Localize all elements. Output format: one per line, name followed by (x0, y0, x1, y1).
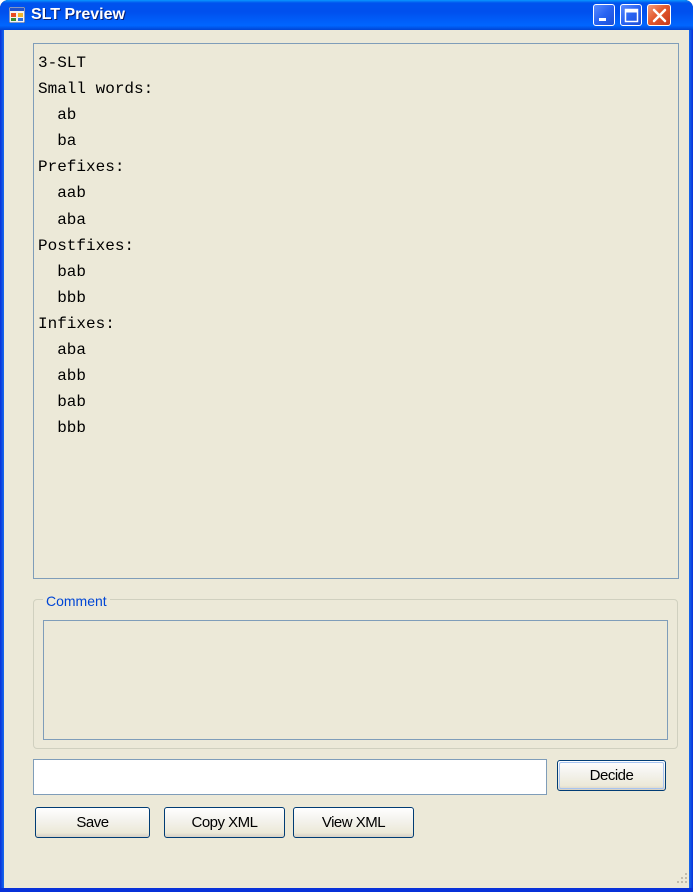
resize-grip-icon[interactable] (676, 872, 688, 884)
slt-preview-window: SLT Preview 3-SLT Small words: ab ba Prefi… (0, 0, 693, 892)
minimize-button[interactable] (593, 4, 615, 26)
application-window-icon[interactable] (8, 6, 26, 24)
preview-line: ab (38, 106, 77, 125)
title-bar[interactable]: SLT Preview (0, 0, 693, 30)
decide-button[interactable]: Decide (557, 760, 666, 791)
preview-line: bab (38, 393, 87, 412)
preview-line: Infixes: (38, 314, 115, 333)
save-button[interactable]: Save (35, 807, 150, 838)
preview-line: ba (38, 132, 77, 151)
preview-line: Small words: (38, 80, 154, 99)
preview-line: Postfixes: (38, 236, 135, 255)
comment-textbox[interactable] (43, 620, 668, 740)
preview-line: bbb (38, 419, 87, 438)
window-frame-bottom (0, 888, 693, 892)
minimize-icon (599, 18, 606, 21)
close-button[interactable] (647, 4, 671, 26)
copy-xml-button[interactable]: Copy XML (164, 807, 285, 838)
maximize-button[interactable] (620, 4, 642, 26)
decide-input[interactable] (33, 759, 547, 795)
preview-line: bbb (38, 288, 87, 307)
preview-line: bab (38, 262, 87, 281)
preview-line: aba (38, 210, 87, 229)
close-icon (652, 8, 667, 23)
preview-line: aab (38, 184, 87, 203)
preview-line: 3-SLT (38, 54, 87, 72)
preview-line: Prefixes: (38, 158, 125, 177)
maximize-icon (624, 8, 639, 23)
preview-line: aba (38, 341, 87, 360)
preview-line: abb (38, 367, 87, 386)
view-xml-button[interactable]: View XML (293, 807, 414, 838)
window-title: SLT Preview (31, 6, 125, 23)
window-frame-right (689, 30, 693, 892)
comment-label: Comment (43, 593, 110, 609)
slt-preview-text[interactable]: 3-SLT Small words: ab ba Prefixes: aab aba… (33, 43, 679, 579)
